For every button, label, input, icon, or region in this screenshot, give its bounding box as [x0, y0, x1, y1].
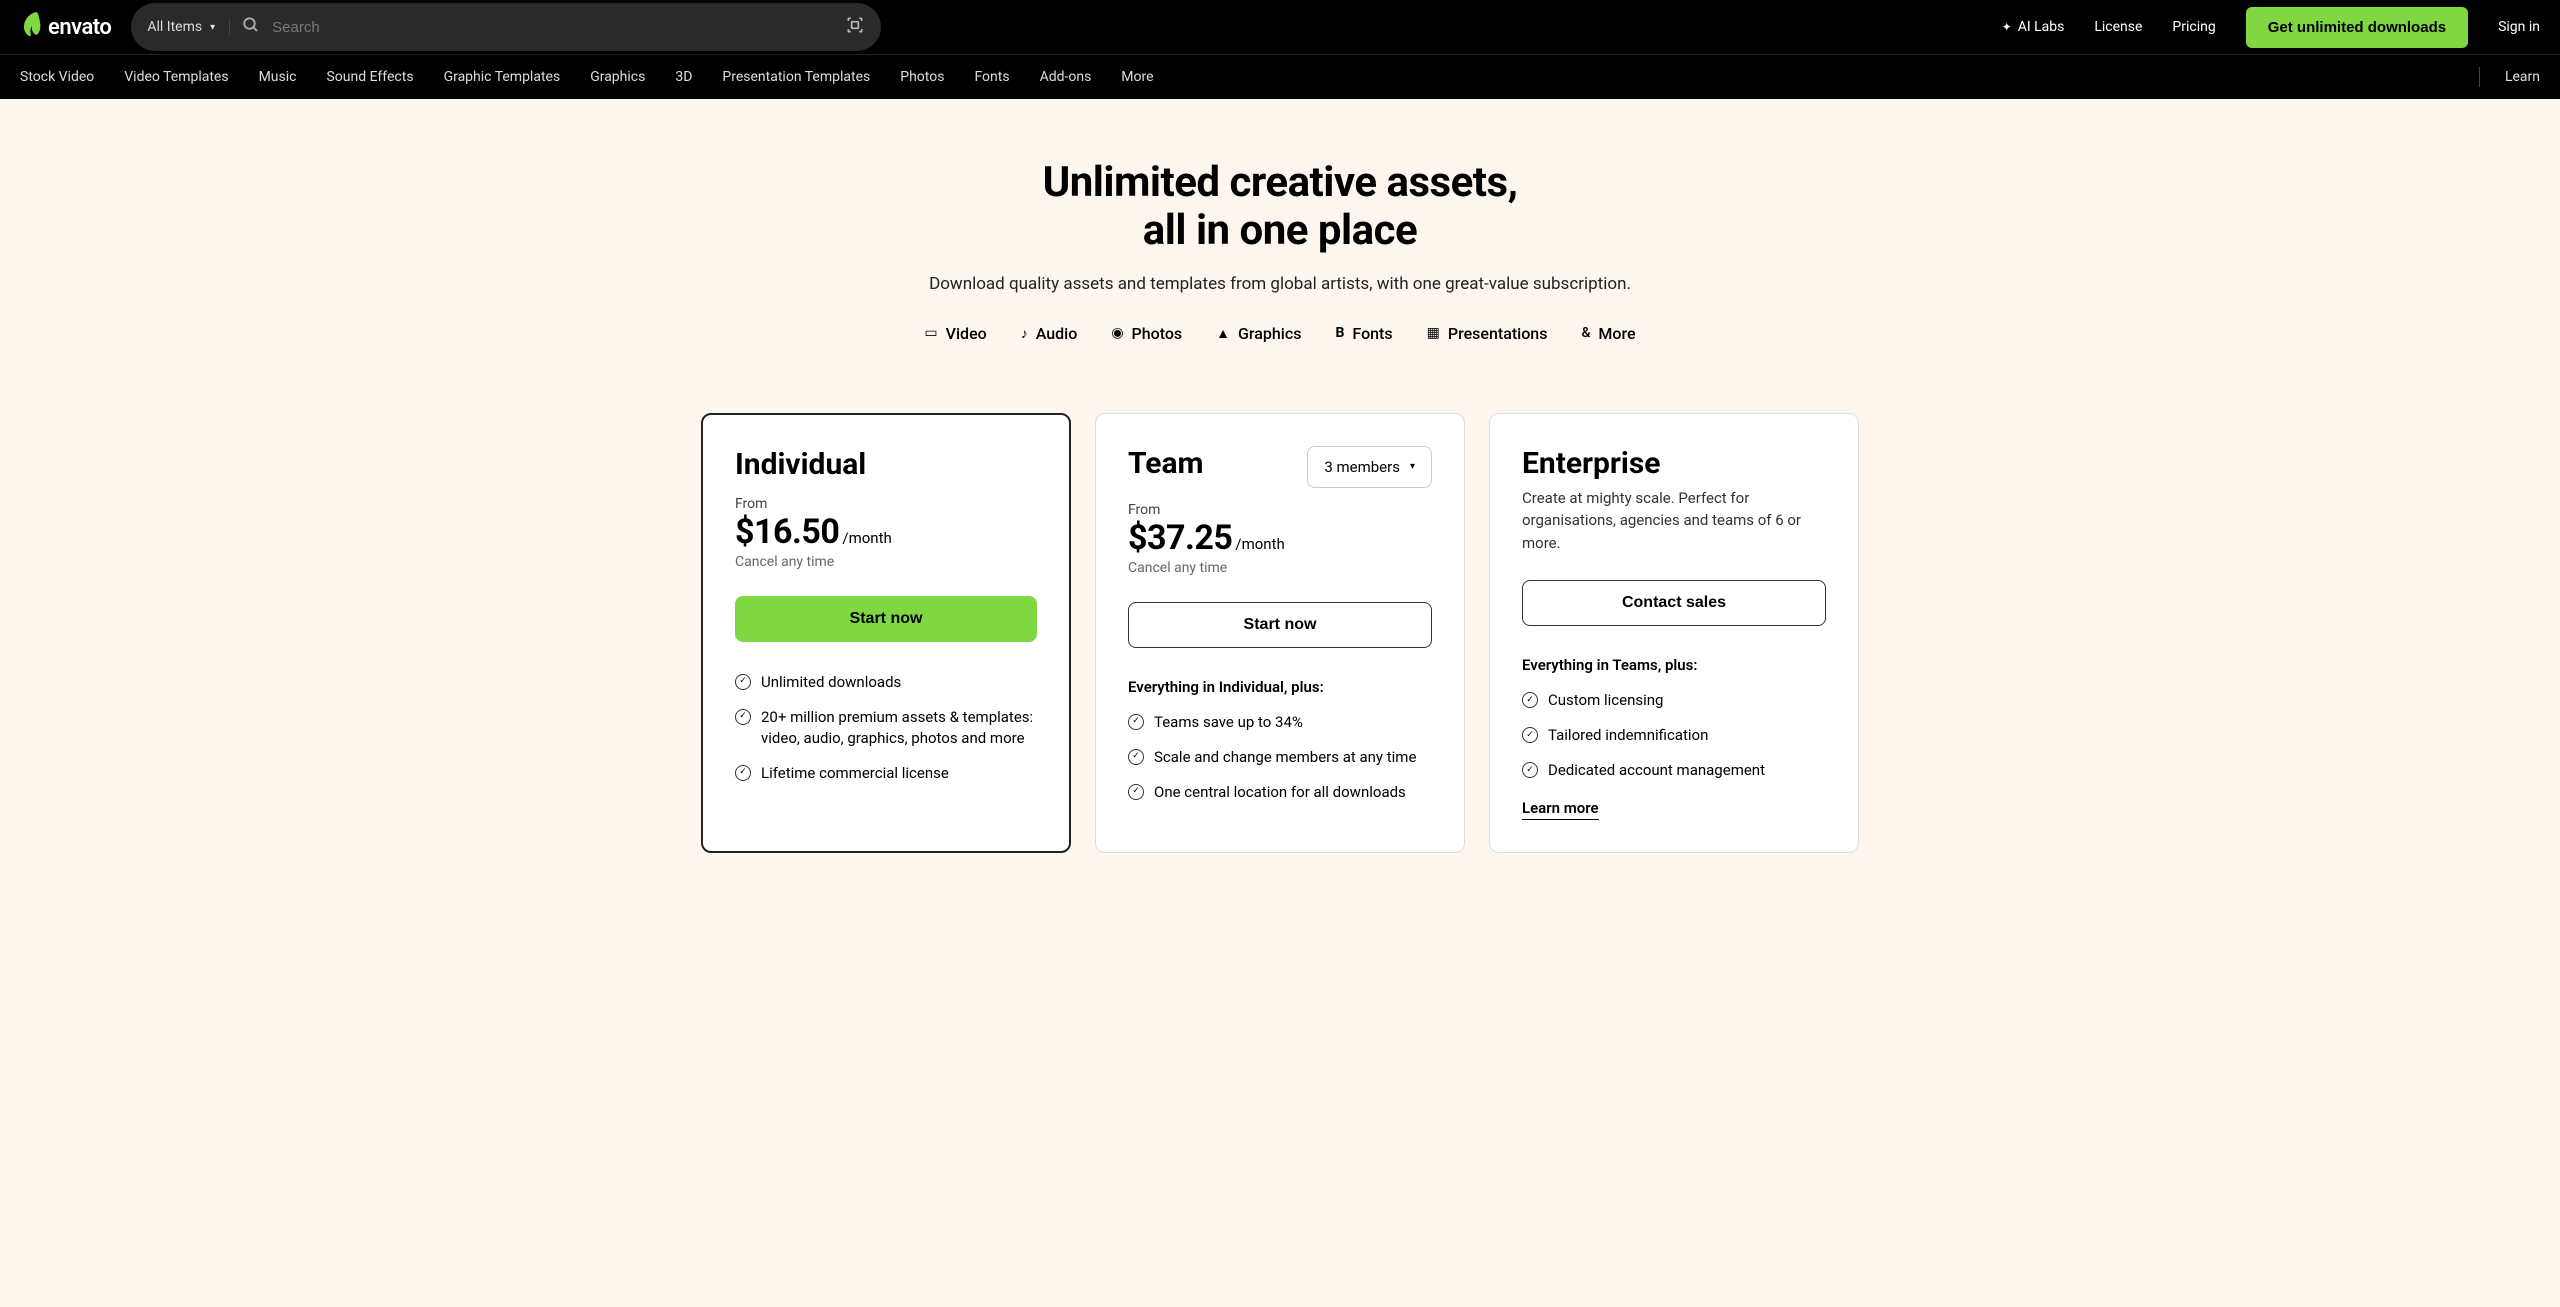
feature-item: ✓20+ million premium assets & templates:…	[735, 707, 1037, 749]
logo-text: envato	[48, 15, 111, 40]
check-icon: ✓	[1522, 762, 1538, 778]
contact-sales-button[interactable]: Contact sales	[1522, 580, 1826, 626]
get-unlimited-button[interactable]: Get unlimited downloads	[2246, 7, 2468, 48]
plan-name-enterprise: Enterprise	[1522, 446, 1826, 481]
image-icon: ▲	[1216, 325, 1230, 342]
leaf-icon	[20, 10, 42, 44]
nav-video-templates[interactable]: Video Templates	[124, 69, 228, 85]
search-category-dropdown[interactable]: All Items ▾	[147, 19, 230, 35]
price-row: $37.25 /month	[1128, 518, 1432, 558]
check-icon: ✓	[735, 765, 751, 781]
font-icon: B	[1335, 325, 1344, 341]
check-icon: ✓	[735, 709, 751, 725]
hero-subtitle: Download quality assets and templates fr…	[20, 274, 2540, 294]
nav-3d[interactable]: 3D	[675, 69, 692, 85]
ai-labs-link[interactable]: ✦ AI Labs	[2002, 19, 2065, 35]
camera-icon: ◉	[1111, 325, 1123, 341]
asset-type-video: ▭Video	[924, 324, 986, 343]
search-input[interactable]	[272, 19, 833, 36]
header-links: ✦ AI Labs License Pricing Get unlimited …	[2002, 7, 2540, 48]
hero-title: Unlimited creative assets, all in one pl…	[20, 159, 2540, 256]
asset-type-more: &More	[1581, 324, 1635, 343]
plan-name-team: Team	[1128, 446, 1203, 481]
feature-item: ✓Dedicated account management	[1522, 760, 1826, 781]
check-icon: ✓	[1128, 784, 1144, 800]
nav-music[interactable]: Music	[259, 69, 297, 85]
nav-fonts[interactable]: Fonts	[974, 69, 1009, 85]
enterprise-description: Create at mighty scale. Perfect for orga…	[1522, 487, 1826, 555]
signin-link[interactable]: Sign in	[2498, 19, 2540, 35]
check-icon: ✓	[1128, 714, 1144, 730]
audio-icon: ♪	[1021, 325, 1028, 342]
cancel-text: Cancel any time	[1128, 560, 1432, 576]
nav-sound-effects[interactable]: Sound Effects	[326, 69, 413, 85]
nav-more[interactable]: More	[1121, 69, 1153, 85]
feature-list-enterprise: ✓Custom licensing ✓Tailored indemnificat…	[1522, 690, 1826, 781]
features-header: Everything in Individual, plus:	[1128, 678, 1432, 696]
envato-logo[interactable]: envato	[20, 10, 111, 44]
from-label: From	[1128, 502, 1432, 518]
pricing-card-team: Team 3 members ▾ From $37.25 /month Canc…	[1095, 413, 1465, 854]
chevron-down-icon: ▾	[1410, 461, 1415, 472]
hero-section: Unlimited creative assets, all in one pl…	[0, 99, 2560, 373]
nav-stock-video[interactable]: Stock Video	[20, 69, 94, 85]
nav-graphics[interactable]: Graphics	[590, 69, 645, 85]
price-row: $16.50 /month	[735, 512, 1037, 552]
price-amount: $16.50	[735, 512, 839, 552]
nav-graphic-templates[interactable]: Graphic Templates	[444, 69, 561, 85]
asset-type-list: ▭Video ♪Audio ◉Photos ▲Graphics BFonts ▦…	[20, 324, 2540, 343]
plan-name-individual: Individual	[735, 447, 1037, 482]
asset-type-photos: ◉Photos	[1111, 324, 1182, 343]
learn-more-link[interactable]: Learn more	[1522, 799, 1599, 820]
from-label: From	[735, 496, 1037, 512]
price-suffix: /month	[1235, 535, 1284, 553]
asset-type-fonts: BFonts	[1335, 324, 1392, 343]
nav-divider	[2479, 67, 2480, 87]
category-nav: Stock Video Video Templates Music Sound …	[0, 54, 2560, 99]
pricing-link[interactable]: Pricing	[2172, 19, 2215, 35]
feature-item: ✓One central location for all downloads	[1128, 782, 1432, 803]
start-now-team-button[interactable]: Start now	[1128, 602, 1432, 648]
visual-search-icon[interactable]	[845, 15, 865, 40]
members-select-dropdown[interactable]: 3 members ▾	[1307, 446, 1432, 488]
license-link[interactable]: License	[2094, 19, 2142, 35]
nav-learn[interactable]: Learn	[2505, 69, 2540, 85]
feature-item: ✓Lifetime commercial license	[735, 763, 1037, 784]
chevron-down-icon: ▾	[210, 22, 215, 33]
pricing-section: Individual From $16.50 /month Cancel any…	[0, 373, 2560, 894]
more-icon: &	[1581, 325, 1590, 341]
asset-type-graphics: ▲Graphics	[1216, 324, 1301, 343]
check-icon: ✓	[1522, 727, 1538, 743]
check-icon: ✓	[1522, 692, 1538, 708]
features-header: Everything in Teams, plus:	[1522, 656, 1826, 674]
pricing-card-individual: Individual From $16.50 /month Cancel any…	[701, 413, 1071, 854]
pricing-card-enterprise: Enterprise Create at mighty scale. Perfe…	[1489, 413, 1859, 854]
nav-photos[interactable]: Photos	[900, 69, 944, 85]
price-suffix: /month	[842, 529, 891, 547]
nav-presentation-templates[interactable]: Presentation Templates	[722, 69, 870, 85]
feature-item: ✓Unlimited downloads	[735, 672, 1037, 693]
main-header: envato All Items ▾ ✦ AI Labs License Pri…	[0, 0, 2560, 54]
feature-item: ✓Scale and change members at any time	[1128, 747, 1432, 768]
nav-addons[interactable]: Add-ons	[1040, 69, 1092, 85]
check-icon: ✓	[735, 674, 751, 690]
feature-list-team: ✓Teams save up to 34% ✓Scale and change …	[1128, 712, 1432, 803]
asset-type-presentations: ▦Presentations	[1427, 324, 1548, 343]
search-bar: All Items ▾	[131, 3, 881, 51]
cancel-text: Cancel any time	[735, 554, 1037, 570]
price-amount: $37.25	[1128, 518, 1232, 558]
asset-type-audio: ♪Audio	[1021, 324, 1078, 343]
feature-item: ✓Tailored indemnification	[1522, 725, 1826, 746]
video-icon: ▭	[924, 325, 937, 341]
sparkle-icon: ✦	[2002, 20, 2012, 34]
search-icon	[242, 16, 260, 38]
feature-item: ✓Custom licensing	[1522, 690, 1826, 711]
feature-list-individual: ✓Unlimited downloads ✓20+ million premiu…	[735, 672, 1037, 784]
check-icon: ✓	[1128, 749, 1144, 765]
presentation-icon: ▦	[1427, 325, 1440, 341]
start-now-individual-button[interactable]: Start now	[735, 596, 1037, 642]
feature-item: ✓Teams save up to 34%	[1128, 712, 1432, 733]
